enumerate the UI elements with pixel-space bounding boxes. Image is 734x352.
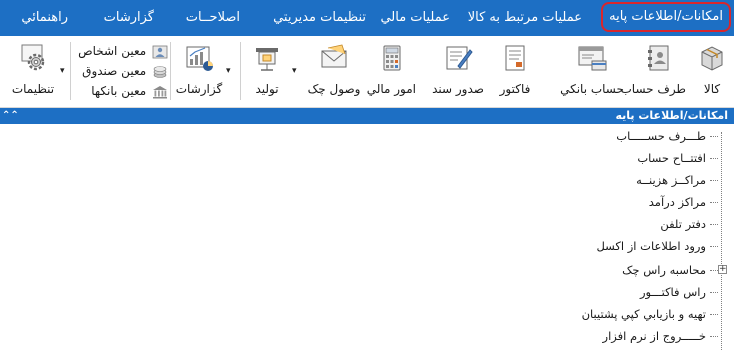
production-label: توليد — [255, 82, 279, 96]
settings-button[interactable]: تنظيمات — [6, 40, 60, 102]
goods-label: کالا — [703, 82, 721, 96]
box-icon — [701, 46, 723, 71]
tree-guide-line — [721, 132, 722, 350]
tree-item-invoice-due[interactable]: راس فاکتـــور — [640, 282, 718, 302]
check-collection-button[interactable]: وصول چک — [306, 40, 362, 102]
toolbar-separator — [70, 42, 71, 100]
tree-item-cost-centers[interactable]: مراکــز هزينــه — [636, 170, 718, 190]
menu-financial-operations[interactable]: عمليات مالي — [380, 0, 450, 36]
cashbox-ledger-label: معين صندوق — [82, 64, 147, 78]
invoice-label: فاکتور — [499, 82, 531, 96]
cash-icon — [153, 65, 167, 78]
production-dropdown-arrow[interactable]: ▾ — [292, 66, 297, 76]
expand-check-due-icon[interactable]: + — [718, 265, 727, 274]
panel-title: امکانات/اطلاعات پايه — [615, 109, 728, 122]
chart-report-icon — [186, 46, 213, 71]
reports-dropdown-arrow[interactable]: ▾ — [226, 66, 231, 76]
account-party-label: طرف حساب — [620, 82, 686, 96]
tree-item-label: مراکز درآمد — [648, 195, 706, 209]
toolbar-separator — [170, 42, 171, 100]
bank-account-button[interactable]: حساب بانکي — [560, 40, 624, 102]
menu-reports[interactable]: گزارشات — [104, 0, 154, 36]
ribbon-toolbar: کالا طرف حساب حساب بانکي فاکتور صدور سند… — [0, 36, 734, 108]
menu-management-settings[interactable]: تنظيمات مديريتي — [273, 0, 366, 36]
factory-conveyor-icon — [256, 48, 278, 71]
tree-item-check-due-calc[interactable]: محاسبه راس چک — [622, 260, 718, 280]
tree-item-income-centers[interactable]: مراکز درآمد — [649, 192, 718, 212]
collapse-panel-icon[interactable]: ⌃⌃ — [2, 108, 19, 124]
tree-item-label: خـــــروج از نرم افزار — [602, 329, 706, 343]
toolbar-separator — [240, 42, 241, 100]
bank-building-icon — [153, 85, 167, 98]
tree-item-open-account[interactable]: افتتــاح حساب — [637, 148, 718, 168]
menu-corrections[interactable]: اصلاحــات — [186, 0, 240, 36]
settings-dropdown-arrow[interactable]: ▾ — [60, 66, 65, 76]
persons-ledger-label: معين اشخاص — [78, 44, 147, 58]
tree-item-label: طـــرف حســـــاب — [616, 129, 706, 143]
tree-item-label: مراکــز هزينــه — [636, 173, 706, 187]
main-menu-bar: امکانات/اطلاعات پايه عمليات مرتبط به کال… — [0, 0, 734, 36]
tree-item-excel-import[interactable]: ورود اطلاعات از اکسل — [596, 236, 718, 256]
banks-ledger-button[interactable]: معين بانکها — [91, 82, 168, 100]
reports-button[interactable]: گزارشات — [174, 40, 224, 102]
persons-ledger-button[interactable]: معين اشخاص — [78, 42, 168, 60]
cashbox-ledger-button[interactable]: معين صندوق — [82, 62, 168, 80]
tree-item-label: ورود اطلاعات از اکسل — [596, 239, 706, 253]
address-book-icon — [648, 45, 669, 71]
basic-info-tree: طـــرف حســـــاب افتتــاح حساب مراکــز ه… — [0, 124, 734, 352]
tree-item-label: افتتــاح حساب — [637, 151, 706, 165]
tree-item-exit-app[interactable]: خـــــروج از نرم افزار — [603, 326, 718, 346]
invoice-icon — [505, 45, 525, 71]
issue-document-button[interactable]: صدور سند — [428, 40, 488, 102]
financial-affairs-button[interactable]: امور مالي — [366, 40, 416, 102]
tree-item-label: محاسبه راس چک — [622, 263, 706, 277]
bank-card-icon — [578, 46, 607, 71]
production-button[interactable]: توليد — [246, 40, 288, 102]
envelope-check-icon — [321, 44, 347, 68]
check-collection-label: وصول چک — [307, 82, 361, 96]
gear-icon — [21, 44, 45, 71]
tree-item-label: دفتر تلفن — [660, 217, 706, 231]
tree-item-phone-book[interactable]: دفتر تلفن — [660, 214, 718, 234]
calculator-icon — [383, 45, 401, 71]
panel-header: امکانات/اطلاعات پايه ⌃⌃ — [0, 108, 734, 124]
reports-label: گزارشات — [175, 82, 223, 96]
settings-label: تنظيمات — [11, 82, 55, 96]
banks-ledger-label: معين بانکها — [91, 84, 147, 98]
goods-button[interactable]: کالا — [692, 40, 732, 102]
document-edit-icon — [446, 46, 473, 70]
financial-affairs-label: امور مالي — [366, 82, 416, 96]
bank-account-label: حساب بانکي — [560, 82, 624, 96]
menu-goods-operations[interactable]: عمليات مرتبط به کالا — [468, 0, 582, 36]
tree-item-label: تهيه و بازيابي کپي پشتيبان — [581, 307, 706, 321]
persons-icon — [152, 45, 168, 58]
account-party-button[interactable]: طرف حساب — [620, 40, 686, 102]
tree-item-backup-restore[interactable]: تهيه و بازيابي کپي پشتيبان — [582, 304, 718, 324]
menu-help[interactable]: راهنمائي — [21, 0, 68, 36]
issue-document-label: صدور سند — [432, 82, 484, 96]
tree-item-account-party[interactable]: طـــرف حســـــاب — [616, 126, 718, 146]
tree-item-label: راس فاکتـــور — [640, 285, 706, 299]
invoice-button[interactable]: فاکتور — [492, 40, 538, 102]
menu-basic-info[interactable]: امکانات/اطلاعات پايه — [601, 2, 731, 32]
